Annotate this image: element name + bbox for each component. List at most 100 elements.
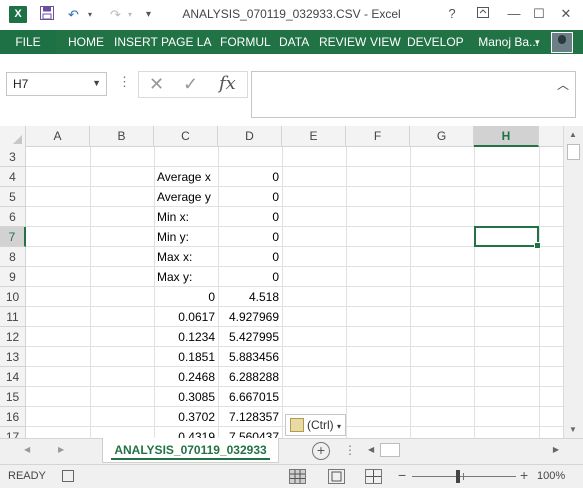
cell-c[interactable]: Max y: bbox=[154, 267, 218, 287]
tab-data[interactable]: DATA bbox=[279, 30, 309, 54]
selected-cell-h7[interactable] bbox=[474, 226, 541, 249]
help-button[interactable]: ? bbox=[441, 4, 463, 24]
row-header[interactable]: 15 bbox=[0, 387, 26, 407]
column-header-a[interactable]: A bbox=[26, 126, 90, 147]
sheet-tab-analysis[interactable]: ANALYSIS_070119_032933 bbox=[102, 438, 279, 463]
avatar[interactable] bbox=[551, 32, 573, 53]
worksheet-grid[interactable]: A B C D E F G H 3 4 Average x 0 5 Average y06… bbox=[0, 126, 563, 438]
row-header[interactable]: 8 bbox=[0, 247, 26, 267]
row-header[interactable]: 17 bbox=[0, 427, 26, 438]
row-header[interactable]: 9 bbox=[0, 267, 26, 287]
tab-review[interactable]: REVIEW bbox=[319, 30, 366, 54]
ribbon-display-options-icon[interactable] bbox=[472, 4, 494, 24]
tab-insert[interactable]: INSERT bbox=[114, 30, 158, 54]
tab-file[interactable]: FILE bbox=[0, 30, 56, 54]
cell-c[interactable]: 0.0617 bbox=[154, 307, 218, 327]
page-break-preview-icon[interactable] bbox=[365, 469, 382, 484]
tab-view[interactable]: VIEW bbox=[370, 30, 401, 54]
vertical-scroll-thumb[interactable] bbox=[567, 144, 580, 160]
cell-c[interactable]: Min x: bbox=[154, 207, 218, 227]
zoom-in-button[interactable]: + bbox=[520, 467, 528, 483]
scroll-down-icon[interactable]: ▼ bbox=[569, 425, 577, 434]
cell-c[interactable]: Max x: bbox=[154, 247, 218, 267]
column-header-f[interactable]: F bbox=[346, 126, 410, 147]
select-all-button[interactable] bbox=[0, 126, 26, 147]
cancel-icon[interactable]: ✕ bbox=[149, 74, 164, 95]
row-header[interactable]: 14 bbox=[0, 367, 26, 387]
row-header[interactable]: 7 bbox=[0, 227, 26, 247]
cell-c[interactable]: 0.4319 bbox=[154, 427, 218, 438]
cell-d[interactable]: 5.427995 bbox=[218, 327, 282, 347]
close-button[interactable]: ✕ bbox=[555, 4, 577, 24]
row-header[interactable]: 16 bbox=[0, 407, 26, 427]
cell-c[interactable]: 0.1851 bbox=[154, 347, 218, 367]
formula-bar-input[interactable]: ︿ bbox=[251, 71, 576, 118]
scroll-right-icon[interactable]: ▶ bbox=[553, 445, 559, 454]
zoom-level[interactable]: 100% bbox=[537, 470, 565, 482]
zoom-out-button[interactable]: − bbox=[398, 467, 406, 483]
normal-view-icon[interactable] bbox=[289, 469, 306, 484]
horizontal-scrollbar[interactable]: ◀ ▶ bbox=[364, 442, 563, 459]
cell-d[interactable]: 4.927969 bbox=[218, 307, 282, 327]
tab-formulas[interactable]: FORMUL bbox=[220, 30, 271, 54]
row-header[interactable]: 5 bbox=[0, 187, 26, 207]
cell-c[interactable] bbox=[154, 147, 218, 167]
scroll-up-icon[interactable]: ▲ bbox=[569, 130, 577, 139]
row-header[interactable]: 12 bbox=[0, 327, 26, 347]
collapse-formula-bar-icon[interactable]: ︿ bbox=[557, 76, 569, 93]
cell-c[interactable]: Average x bbox=[154, 167, 218, 187]
cell-c[interactable]: Average y bbox=[154, 187, 218, 207]
page-layout-view-icon[interactable] bbox=[328, 469, 345, 484]
row-header[interactable]: 10 bbox=[0, 287, 26, 307]
paste-options-button[interactable]: (Ctrl) ▾ bbox=[285, 414, 346, 436]
cell-c[interactable]: 0.2468 bbox=[154, 367, 218, 387]
cell-d[interactable]: 0 bbox=[218, 247, 282, 267]
cell-c[interactable]: 0.3702 bbox=[154, 407, 218, 427]
restore-button[interactable]: ☐ bbox=[528, 4, 550, 24]
cell-d[interactable]: 0 bbox=[218, 167, 282, 187]
cell-d[interactable] bbox=[218, 147, 282, 167]
user-name[interactable]: Manoj Ba... bbox=[478, 30, 539, 54]
cell-d[interactable]: 6.667015 bbox=[218, 387, 282, 407]
row-header[interactable]: 13 bbox=[0, 347, 26, 367]
column-header-g[interactable]: G bbox=[410, 126, 474, 147]
column-header-d[interactable]: D bbox=[218, 126, 282, 147]
add-sheet-icon[interactable]: + bbox=[312, 442, 330, 460]
column-header-h[interactable]: H bbox=[474, 126, 539, 147]
chevron-down-icon[interactable]: ▼ bbox=[92, 78, 101, 88]
cell-c[interactable]: 0.3085 bbox=[154, 387, 218, 407]
column-header-b[interactable]: B bbox=[90, 126, 154, 147]
cell-d[interactable]: 7.128357 bbox=[218, 407, 282, 427]
cell-c[interactable]: 0.1234 bbox=[154, 327, 218, 347]
column-header-e[interactable]: E bbox=[282, 126, 346, 147]
insert-function-icon[interactable]: fx bbox=[219, 73, 236, 94]
vertical-scrollbar[interactable]: ▲ ▼ bbox=[563, 126, 583, 438]
horizontal-scroll-thumb[interactable] bbox=[380, 443, 400, 457]
cell-d[interactable]: 6.288288 bbox=[218, 367, 282, 387]
cell-d[interactable]: 7.560437 bbox=[218, 427, 282, 438]
zoom-slider-thumb[interactable] bbox=[456, 470, 460, 483]
column-header-c[interactable]: C bbox=[154, 126, 218, 147]
row-header[interactable]: 4 bbox=[0, 167, 26, 187]
next-sheet-icon[interactable]: ▶ bbox=[58, 445, 64, 454]
cell-c[interactable]: Min y: bbox=[154, 227, 218, 247]
cell-c[interactable]: 0 bbox=[154, 287, 218, 307]
more-options-icon[interactable]: ⋮ bbox=[118, 74, 131, 90]
more-sheets-icon[interactable]: ⋮ bbox=[344, 443, 356, 457]
enter-check-icon[interactable]: ✓ bbox=[183, 74, 198, 95]
cell-d[interactable]: 4.518 bbox=[218, 287, 282, 307]
cell-d[interactable]: 5.883456 bbox=[218, 347, 282, 367]
user-dropdown-icon[interactable]: ▾ bbox=[535, 30, 540, 54]
zoom-slider-track[interactable] bbox=[412, 476, 516, 477]
tab-page-layout[interactable]: PAGE LA bbox=[161, 30, 211, 54]
cell-d[interactable]: 0 bbox=[218, 267, 282, 287]
scroll-left-icon[interactable]: ◀ bbox=[368, 445, 374, 454]
minimize-button[interactable]: — bbox=[503, 4, 525, 24]
previous-sheet-icon[interactable]: ◀ bbox=[24, 445, 30, 454]
tab-developer[interactable]: DEVELOP bbox=[407, 30, 464, 54]
name-box[interactable]: H7 ▼ bbox=[6, 72, 107, 96]
cell-d[interactable]: 0 bbox=[218, 207, 282, 227]
row-header[interactable]: 11 bbox=[0, 307, 26, 327]
cell-d[interactable]: 0 bbox=[218, 187, 282, 207]
cell-d[interactable]: 0 bbox=[218, 227, 282, 247]
